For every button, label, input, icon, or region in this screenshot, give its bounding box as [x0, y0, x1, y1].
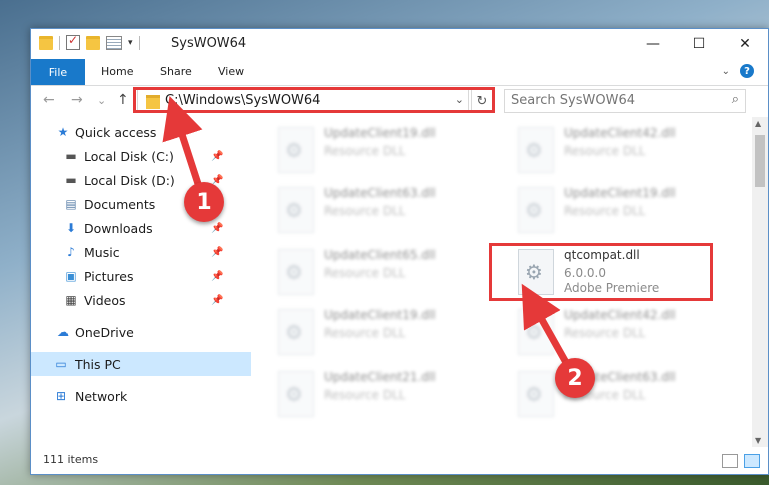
annotation-arrows — [162, 96, 572, 368]
step-1-badge: 1 — [184, 182, 224, 222]
arrow-step-1 — [162, 96, 204, 192]
arrow-step-2 — [521, 283, 572, 368]
step-2-badge: 2 — [555, 358, 595, 398]
